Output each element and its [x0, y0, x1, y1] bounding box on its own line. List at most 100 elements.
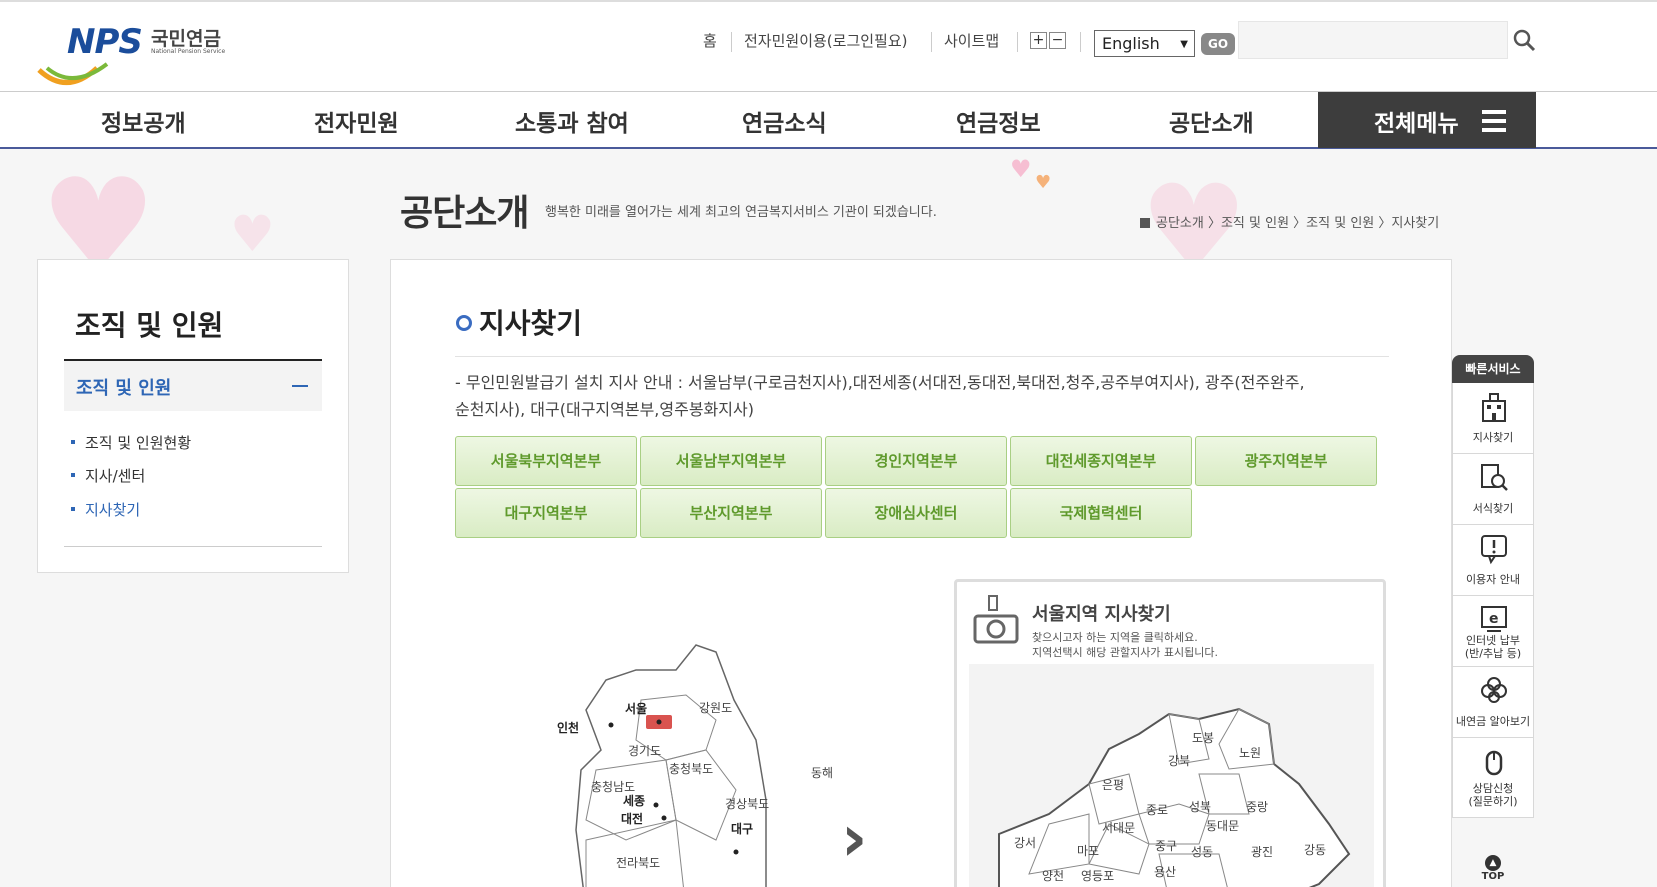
district-gangseo[interactable]: 강서	[1014, 834, 1036, 851]
search-icon[interactable]	[1512, 28, 1536, 52]
gnb-item-pension-info[interactable]: 연금정보	[956, 104, 1041, 138]
font-increase-button[interactable]: +	[1030, 32, 1047, 49]
collapse-icon[interactable]	[292, 385, 308, 387]
region-button-daegu[interactable]: 대구지역본부	[455, 488, 637, 538]
side-navigation: 조직 및 인원 조직 및 인원 조직 및 인원현황 지사/센터 지사찾기	[37, 259, 349, 573]
gnb-item-news[interactable]: 연금소식	[742, 104, 827, 138]
lnb-active-item[interactable]: 조직 및 인원	[64, 361, 322, 411]
util-divider	[1080, 32, 1081, 52]
district-yangcheon[interactable]: 양천	[1042, 867, 1064, 884]
gnb-item-eservice[interactable]: 전자민원	[314, 104, 399, 138]
district-jongno[interactable]: 종로	[1146, 801, 1168, 818]
content-title: 지사찾기	[479, 307, 583, 340]
breadcrumb-path[interactable]: 공단소개 〉조직 및 인원 〉조직 및 인원 〉지사찾기	[1156, 216, 1439, 231]
map-label-gyeongbuk[interactable]: 경상북도	[725, 795, 769, 812]
district-seodaemun[interactable]: 서대문	[1102, 819, 1135, 836]
quick-label: 서식찾기	[1472, 502, 1514, 515]
nps-logo[interactable]: NPS 국민연금 National Pension Service	[37, 20, 237, 85]
go-button[interactable]: GO	[1201, 33, 1235, 55]
region-button-disability-center[interactable]: 장애심사센터	[825, 488, 1007, 538]
map-label-gyeonggi[interactable]: 경기도	[628, 742, 661, 759]
quick-label: 지사찾기	[1472, 431, 1514, 444]
lnb-item-label: 지사/센터	[85, 467, 146, 485]
district-dongdaemun[interactable]: 동대문	[1206, 817, 1239, 834]
language-value: English	[1102, 34, 1160, 53]
logo-korean: 국민연금	[151, 28, 221, 50]
heart-decoration: ♥	[1010, 155, 1032, 183]
region-button-busan[interactable]: 부산지역본부	[640, 488, 822, 538]
seoul-panel-desc: 지역선택시 해당 관할지사가 표시됩니다.	[1032, 646, 1219, 659]
region-button-gwangju[interactable]: 광주지역본부	[1195, 436, 1377, 486]
map-label-seoul[interactable]: 서울	[625, 700, 647, 717]
all-menu-button[interactable]: 전체메뉴	[1318, 92, 1536, 148]
arrow-up-icon: ▲	[1485, 855, 1501, 871]
map-label-incheon[interactable]: 인천	[557, 719, 579, 736]
home-icon[interactable]	[1140, 218, 1150, 228]
header: NPS 국민연금 National Pension Service 홈 전자민원…	[0, 0, 1657, 92]
util-divider	[1017, 32, 1018, 52]
district-seongdong[interactable]: 성동	[1191, 843, 1213, 860]
quick-item-find-branch[interactable]: 지사찾기	[1452, 383, 1534, 454]
district-jungnang[interactable]: 중랑	[1246, 798, 1268, 815]
lnb-item-find-branch[interactable]: 지사찾기	[71, 499, 140, 520]
map-label-sejong[interactable]: 세종	[623, 792, 645, 809]
notice-line: - 무인민원발급기 설치 지사 안내 : 서울남부(구로금천지사),대전세종(서…	[455, 373, 1305, 392]
region-button-gyeongin[interactable]: 경인지역본부	[825, 436, 1007, 486]
quick-label: 상담신청	[1472, 782, 1514, 795]
search-input[interactable]	[1238, 21, 1508, 59]
district-dobong[interactable]: 도봉	[1192, 729, 1214, 746]
alert-bubble-icon	[1481, 535, 1507, 565]
district-seongbuk[interactable]: 성북	[1189, 798, 1211, 815]
font-decrease-button[interactable]: −	[1049, 32, 1066, 49]
language-select[interactable]: English ▼	[1094, 30, 1195, 57]
notice-text: - 무인민원발급기 설치 지사 안내 : 서울남부(구로금천지사),대전세종(서…	[455, 369, 1395, 423]
document-search-icon	[1481, 464, 1508, 491]
map-label-chungbuk[interactable]: 충청북도	[669, 760, 713, 777]
scroll-top-button[interactable]: ▲ TOP	[1478, 855, 1508, 882]
quick-item-consultation[interactable]: 상담신청 (질문하기)	[1452, 738, 1534, 818]
quick-item-my-pension[interactable]: 내연금 알아보기	[1452, 667, 1534, 738]
lnb-item-branch-center[interactable]: 지사/센터	[71, 465, 145, 486]
seoul-panel-title: 서울지역 지사찾기	[1032, 604, 1171, 625]
util-link-eservice[interactable]: 전자민원이용(로그인필요)	[744, 30, 908, 52]
util-link-sitemap[interactable]: 사이트맵	[944, 30, 999, 52]
hamburger-icon	[1482, 110, 1506, 132]
gnb-item-participation[interactable]: 소통과 참여	[515, 104, 629, 138]
quick-item-online-payment[interactable]: e 인터넷 납부 (반/추납 등)	[1452, 596, 1534, 667]
region-button-seoul-north[interactable]: 서울북부지역본부	[455, 436, 637, 486]
monitor-e-icon: e	[1481, 606, 1507, 632]
lnb-item-status[interactable]: 조직 및 인원현황	[71, 432, 191, 453]
district-mapo[interactable]: 마포	[1077, 842, 1099, 859]
map-label-gangwon[interactable]: 강원도	[699, 699, 732, 716]
district-eunpyeong[interactable]: 은평	[1102, 776, 1124, 793]
gnb-item-info[interactable]: 정보공개	[101, 104, 186, 138]
district-gangdong[interactable]: 강동	[1304, 841, 1326, 858]
divider	[455, 356, 1389, 357]
region-button-daejeon-sejong[interactable]: 대전세종지역본부	[1010, 436, 1192, 486]
util-link-home[interactable]: 홈	[703, 30, 717, 52]
district-nowon[interactable]: 노원	[1239, 744, 1261, 761]
district-gangbuk[interactable]: 강북	[1168, 752, 1190, 769]
quick-service-bar: 빠른서비스 지사찾기 서식찾기 이용자 안내 e 인터넷 납부 (반/추납 등)…	[1452, 355, 1534, 845]
district-gwangjin[interactable]: 광진	[1251, 843, 1273, 860]
district-yeongdeungpo[interactable]: 영등포	[1081, 867, 1114, 884]
region-button-intl-center[interactable]: 국제협력센터	[1010, 488, 1192, 538]
quick-label: 이용자 안내	[1465, 573, 1521, 586]
gnb-item-about[interactable]: 공단소개	[1169, 104, 1254, 138]
quick-label: 내연금 알아보기	[1455, 715, 1531, 728]
district-junggu[interactable]: 중구	[1155, 837, 1177, 854]
map-label-jeonbuk[interactable]: 전라북도	[616, 854, 660, 871]
region-button-seoul-south[interactable]: 서울남부지역본부	[640, 436, 822, 486]
district-yongsan[interactable]: 용산	[1154, 863, 1176, 880]
quick-item-user-guide[interactable]: 이용자 안내	[1452, 525, 1534, 596]
map-label-daejeon[interactable]: 대전	[621, 810, 643, 827]
bullet-icon	[71, 473, 75, 477]
all-menu-label: 전체메뉴	[1374, 111, 1459, 137]
quick-item-find-form[interactable]: 서식찾기	[1452, 454, 1534, 525]
lnb-active-label: 조직 및 인원	[76, 378, 172, 399]
seoul-map: 도봉 노원 강북 은평 성북 종로 중랑 서대문 동대문 강서 마포 중구 성동…	[969, 664, 1374, 887]
page-subtitle: 행복한 미래를 열어가는 세계 최고의 연금복지서비스 기관이 되겠습니다.	[545, 205, 937, 220]
quick-label: (질문하기)	[1468, 795, 1518, 808]
logo-text: NPS	[67, 22, 143, 62]
map-label-daegu[interactable]: 대구	[731, 820, 753, 837]
